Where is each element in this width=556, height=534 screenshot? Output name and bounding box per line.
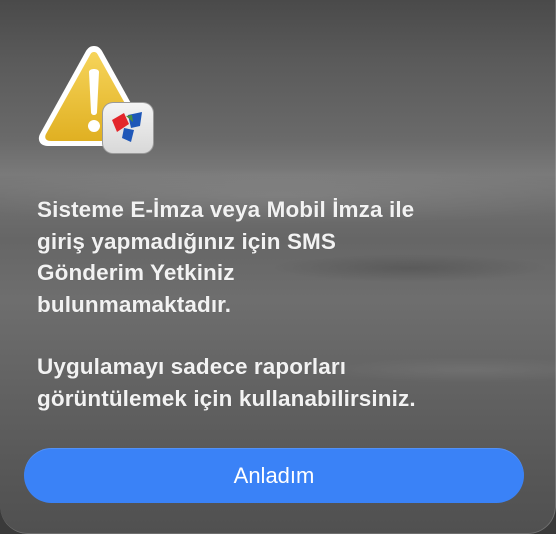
alert-dialog: Sisteme E-İmza veya Mobil İmza ile giriş…: [0, 0, 556, 534]
alert-message-paragraph: Uygulamayı sadece raporları görüntülemek…: [37, 354, 416, 411]
ok-button[interactable]: Anladım: [24, 448, 524, 503]
app-badge-icon: [102, 102, 154, 154]
warning-icon: [38, 46, 154, 154]
alert-message-paragraph: Sisteme E-İmza veya Mobil İmza ile giriş…: [37, 197, 415, 317]
alert-message: Sisteme E-İmza veya Mobil İmza ile giriş…: [37, 194, 527, 414]
